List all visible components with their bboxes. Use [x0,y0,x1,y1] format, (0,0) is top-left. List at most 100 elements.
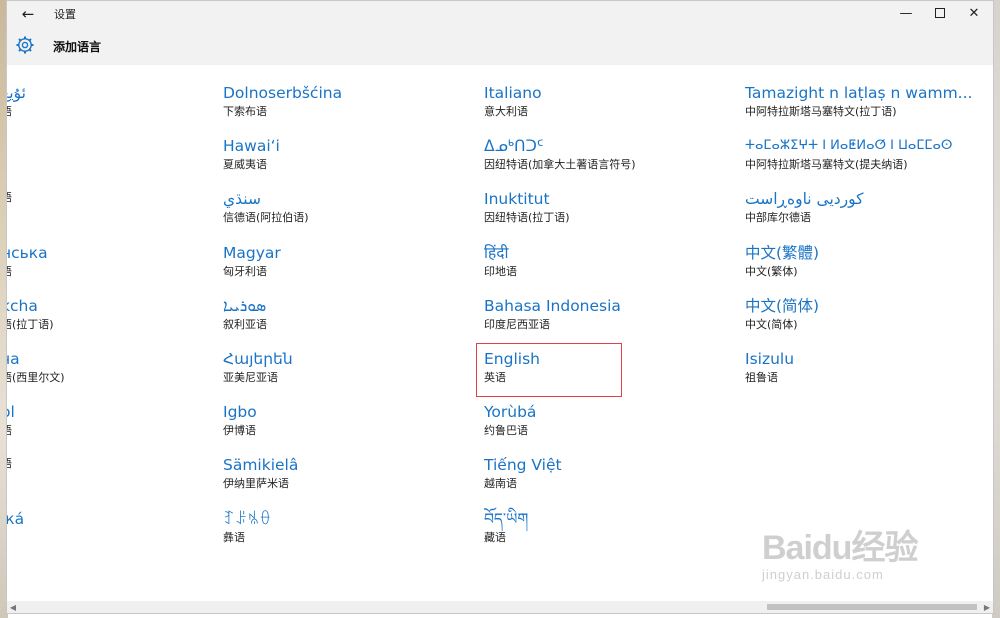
language-name: کوردیی ناوەڕاست [745,190,864,208]
language-subtitle: 夏威夷语 [223,158,267,171]
page-title: 添加语言 [53,40,102,54]
language-subtitle: 中文(繁体) [745,265,798,278]
language-item[interactable]: ئۇيغ 语 [7,83,26,137]
language-item[interactable]: Italiano 意大利语 [484,83,542,137]
language-name: Sämikielâ [223,456,299,474]
language-subtitle: 叙利亚语 [223,318,267,331]
language-name: Magyar [223,244,281,262]
language-subtitle: 印地语 [484,265,517,278]
language-name: Inuktitut [484,190,550,208]
language-item[interactable]: Bahasa Indonesia 印度尼西亚语 [484,296,621,350]
language-subtitle: 因纽特语(拉丁语) [484,211,570,224]
language-name: kcha [7,297,38,315]
language-subtitle: 语 [7,104,26,120]
language-item[interactable]: Igbo 伊博语 [223,402,257,456]
language-subtitle: 下索布语 [223,105,267,118]
language-subtitle: 语(拉丁语) [7,318,54,331]
language-item[interactable]: Tamazight n laṭlaṣ n wamm... 中阿特拉斯塔马塞特文(拉… [745,83,972,137]
language-name: ꆈꌠꁱꂷ [223,510,272,528]
language-subtitle: 伊博语 [223,424,256,437]
language-subtitle: 因纽特语(加拿大土著语言符号) [484,158,636,171]
language-item[interactable]: ꆈꌠꁱꂷ 彝语 [223,509,271,563]
language-name: Dolnoserbšćina [223,84,343,102]
language-item[interactable]: ᐃᓄᒃᑎᑐᑦ 因纽特语(加拿大土著语言符号) [484,136,636,190]
language-name: Isizulu [745,350,795,368]
language-name: Bahasa Indonesia [484,297,621,315]
language-subtitle: 语 [7,423,15,439]
language-item[interactable]: کوردیی ناوەڕاست 中部库尔德语 [745,189,864,243]
window-title: 设置 [54,8,76,21]
language-subtitle: 祖鲁语 [745,371,778,384]
maximize-button[interactable] [925,3,955,23]
language-subtitle: 语 [7,264,48,280]
language-item[interactable]: བོད་ཡིག 藏语 [484,509,528,563]
language-item[interactable]: Magyar 匈牙利语 [223,243,281,297]
language-name: Tiếng Việt [484,456,562,474]
language-item[interactable]: 中文(繁體) 中文(繁体) [745,243,819,297]
language-item[interactable]: हिंदी 印地语 [484,243,517,297]
selection-highlight [476,343,622,397]
language-subtitle: 越南语 [484,477,517,490]
language-name: Հայերեն [223,350,293,368]
language-name: 中文(简体) [745,297,820,315]
language-item[interactable]: Dolnoserbšćina 下索布语 [223,83,342,137]
language-subtitle: 匈牙利语 [223,265,267,278]
scroll-left-icon[interactable]: ◀ [7,601,19,613]
language-item[interactable]: 语 [7,455,12,509]
language-item[interactable]: 语 [7,189,12,243]
language-item[interactable]: ча 语(西里尔文) [7,349,65,403]
back-button[interactable]: ← [15,3,41,25]
language-item[interactable]: ol 语 [7,402,15,456]
language-name: ol [7,403,15,421]
language-subtitle: 语(西里尔文) [7,371,65,384]
language-item[interactable]: 中文(简体) 中文(简体) [745,296,819,350]
horizontal-scrollbar[interactable]: ◀ ▶ [7,601,993,613]
language-subtitle: 亚美尼亚语 [223,371,278,384]
language-subtitle: 意大利语 [484,105,528,118]
language-subtitle: 彝语 [223,531,245,544]
language-name: ча [7,350,20,368]
language-item[interactable]: Sämikielâ 伊纳里萨米语 [223,455,298,509]
language-name: हिंदी [484,244,509,262]
language-item[interactable]: Isizulu 祖鲁语 [745,349,794,403]
gear-icon [16,36,34,54]
language-name: ܣܘܪܝܝܐ [223,297,267,315]
language-name: 中文(繁體) [745,244,820,262]
language-subtitle: 语 [7,456,12,472]
language-subtitle: 信德语(阿拉伯语) [223,211,309,224]
scrollbar-thumb[interactable] [767,604,977,610]
language-subtitle: 中部库尔德语 [745,211,811,224]
language-item[interactable]: ⵜⴰⵎⴰⵣⵉⵖⵜ ⵏ ⵍⴰⵟⵍⴰⵚ ⵏ ⵡⴰⵎⵎⴰⵙ 中阿特拉斯塔马塞特文(提夫纳… [745,136,952,190]
watermark-url: jingyan.baidu.com [762,567,884,582]
baidu-watermark: Baidu经验 jingyan.baidu.com [762,520,942,600]
close-icon: ✕ [968,5,980,21]
minimize-button[interactable]: — [891,3,921,23]
language-item[interactable]: Inuktitut 因纽特语(拉丁语) [484,189,570,243]
language-name: Hawaiʻi [223,137,280,155]
language-item[interactable]: нська 语 [7,243,48,297]
language-name: Tamazight n laṭlaṣ n wamm... [745,84,973,102]
language-subtitle: 伊纳里萨米语 [223,477,289,490]
language-item[interactable]: Yorùbá 约鲁巴语 [484,402,536,456]
language-item[interactable]: سنڌي 信德语(阿拉伯语) [223,189,309,243]
language-name: ᐃᓄᒃᑎᑐᑦ [484,137,544,155]
language-name: ⵜⴰⵎⴰⵣⵉⵖⵜ ⵏ ⵍⴰⵟⵍⴰⵚ ⵏ ⵡⴰⵎⵎⴰⵙ [745,138,953,153]
language-item[interactable]: Հայերեն 亚美尼亚语 [223,349,293,403]
close-button[interactable]: ✕ [959,3,989,23]
language-name: Italiano [484,84,542,102]
language-name: нська [7,244,48,262]
language-item[interactable]: kcha 语(拉丁语) [7,296,54,350]
language-item[interactable]: Hawaiʻi 夏威夷语 [223,136,280,190]
language-name: іка́ [7,510,25,528]
language-subtitle: 约鲁巴语 [484,424,528,437]
title-bar: ← 设置 — ✕ 添加语言 [7,1,993,65]
language-subtitle: 中文(简体) [745,318,798,331]
language-subtitle: 语 [7,190,12,206]
language-item[interactable]: Tiếng Việt 越南语 [484,455,562,509]
language-item[interactable]: ܣܘܪܝܝܐ 叙利亚语 [223,296,267,350]
language-item[interactable]: іка́ [7,509,24,563]
scroll-right-icon[interactable]: ▶ [981,601,993,613]
language-subtitle: 中阿特拉斯塔马塞特文(拉丁语) [745,105,897,118]
language-subtitle: 印度尼西亚语 [484,318,550,331]
minimize-icon: — [899,5,913,21]
